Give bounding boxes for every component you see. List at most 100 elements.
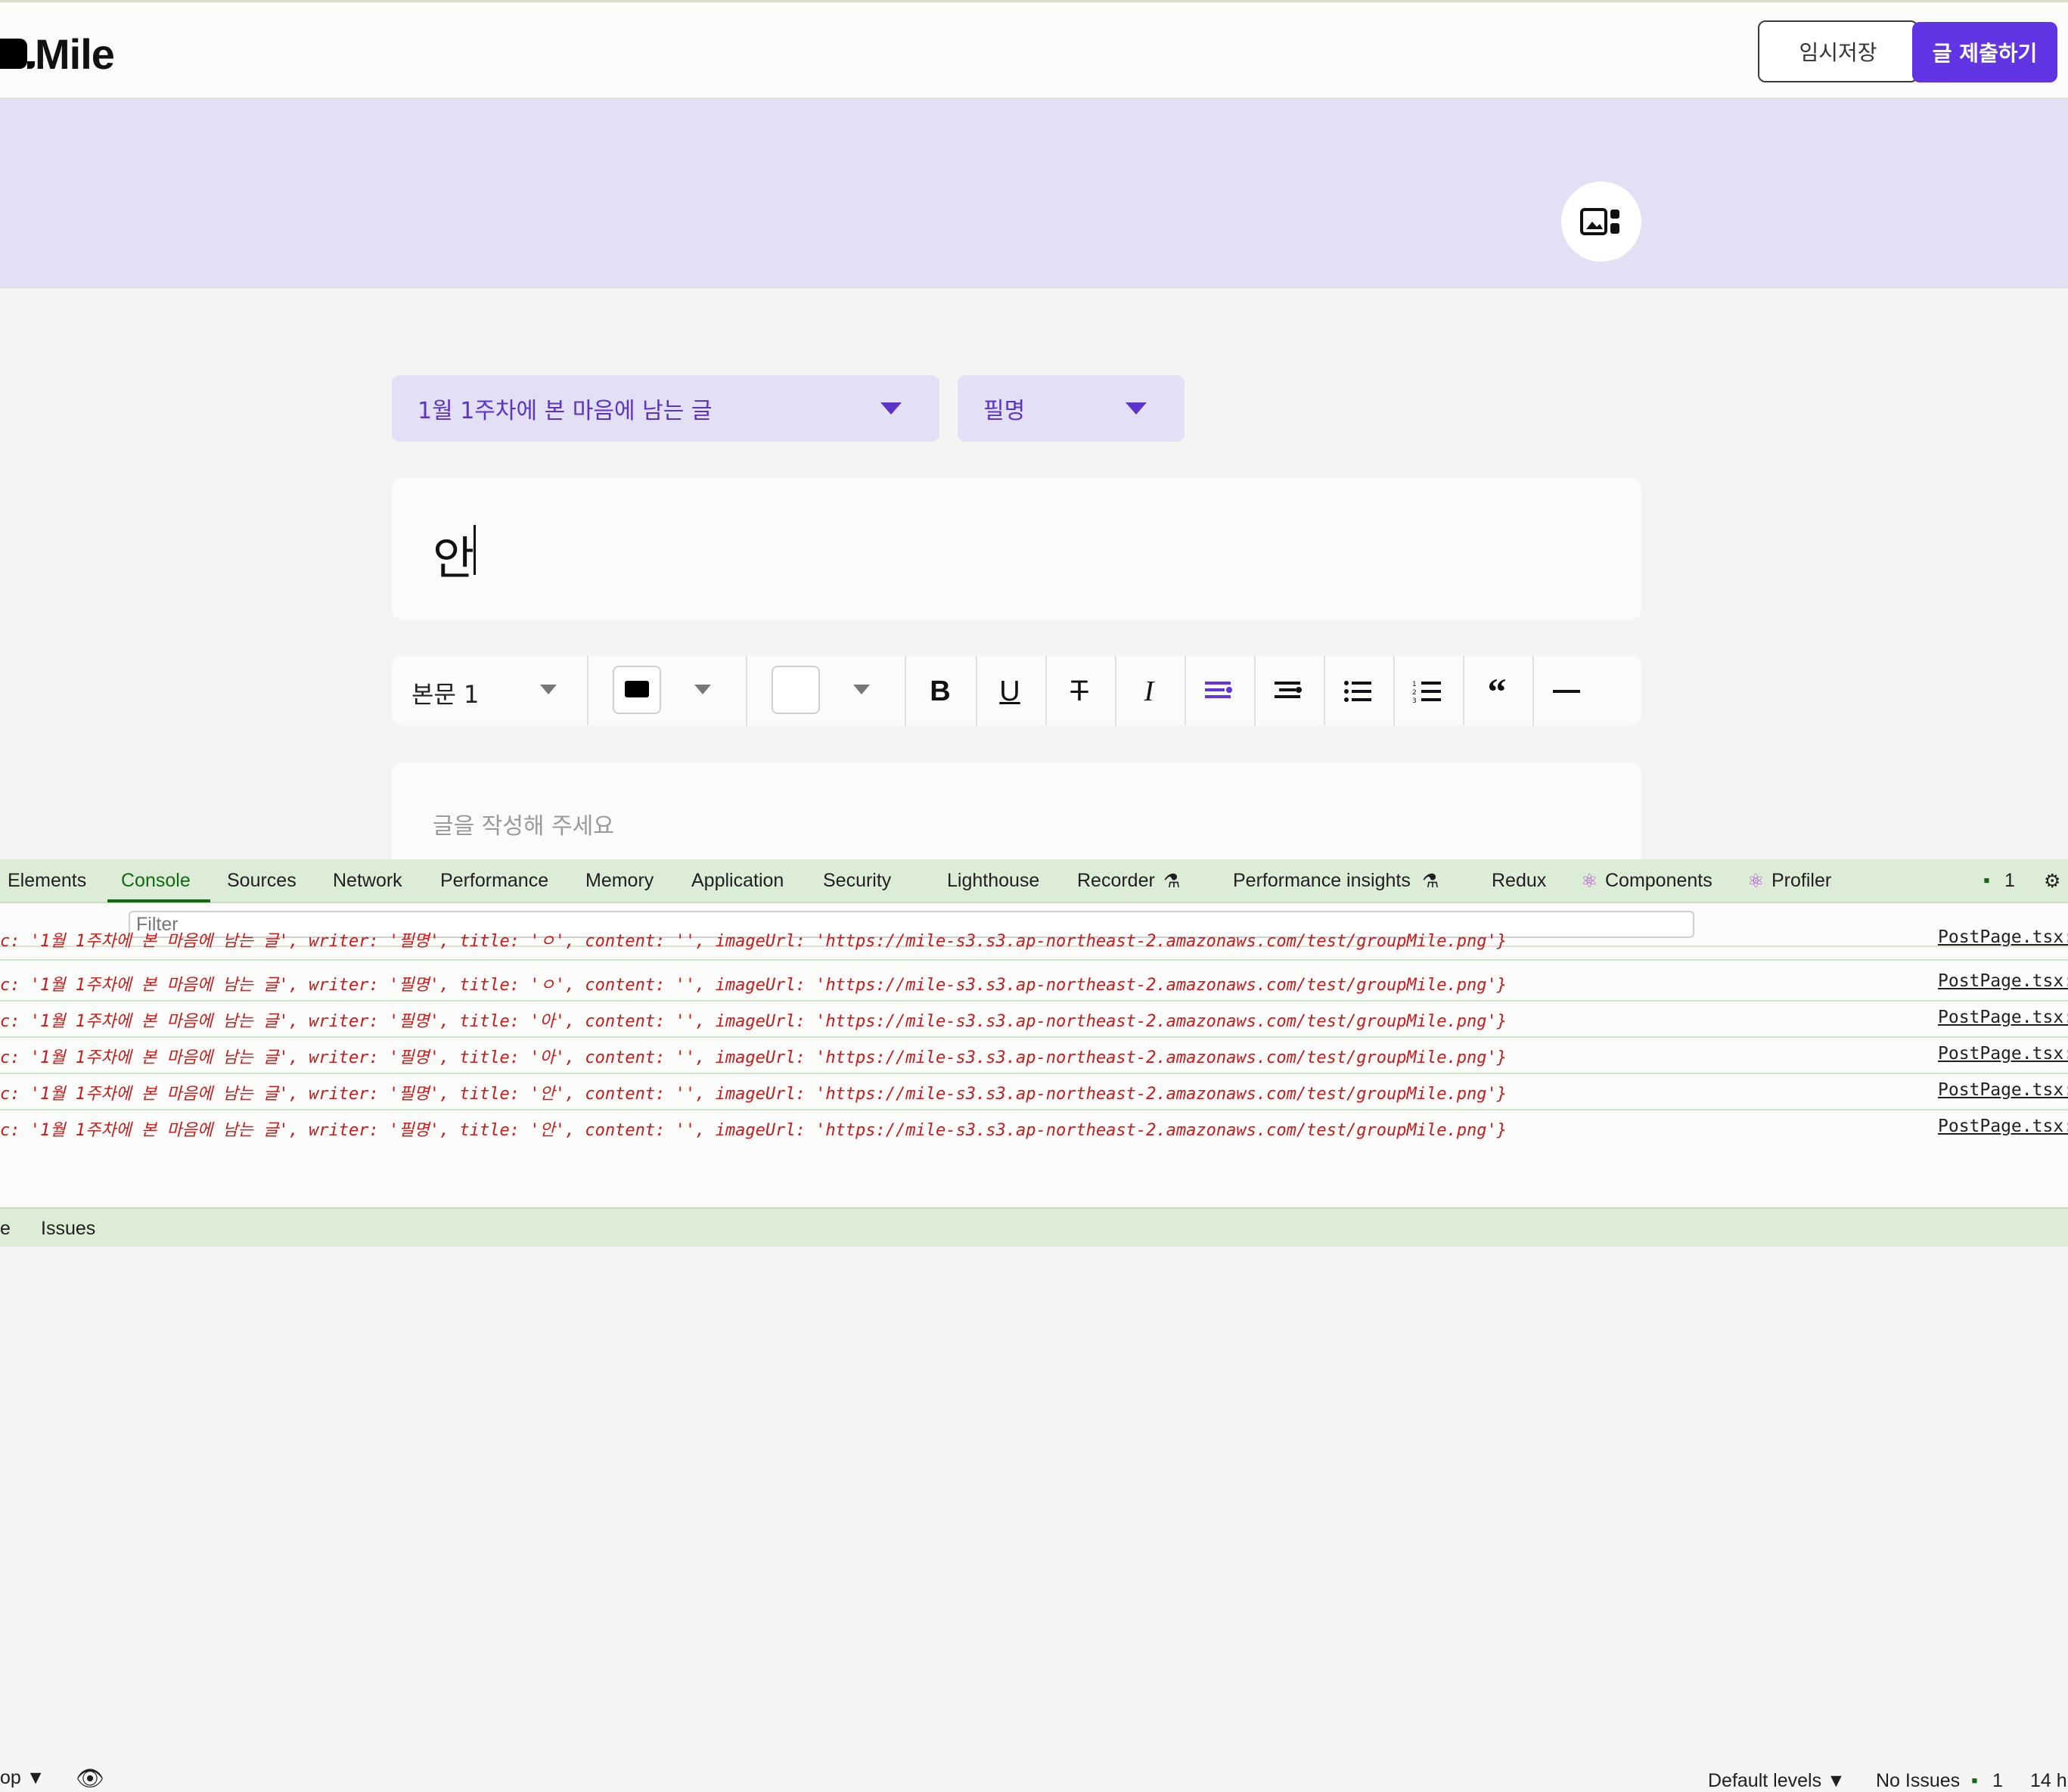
writer-dropdown[interactable]: 필명 <box>958 375 1185 442</box>
active-tab-indicator <box>107 899 210 902</box>
context-select[interactable]: op ▼ <box>0 1767 45 1789</box>
body-placeholder: 글을 작성해 주세요 <box>433 813 614 840</box>
align-left-button[interactable] <box>1185 666 1253 717</box>
log-row[interactable]: c: '1월 1주차에 본 마음에 남는 글', writer: '필명', t… <box>0 927 2068 961</box>
numbered-list-button[interactable]: 1 2 3 <box>1393 666 1461 717</box>
text-color-icon <box>625 681 649 697</box>
log-message: c: '1월 1주차에 본 마음에 남는 글', writer: '필명', t… <box>0 1048 1507 1067</box>
bg-color-swatch[interactable] <box>772 666 820 714</box>
log-message: c: '1월 1주차에 본 마음에 남는 글', writer: '필명', t… <box>0 1085 1507 1104</box>
tab-lighthouse[interactable]: Lighthouse <box>947 870 1039 892</box>
settings-gear-icon[interactable]: ⚙ <box>2044 870 2060 893</box>
align-center-icon <box>1275 682 1302 698</box>
divider-button[interactable] <box>1532 666 1601 717</box>
tab-performance[interactable]: Performance <box>440 870 548 892</box>
log-row[interactable]: c: '1월 1주차에 본 마음에 남는 글', writer: '필명', t… <box>0 1038 2068 1074</box>
log-row[interactable]: c: '1월 1주차에 본 마음에 남는 글', writer: '필명', t… <box>0 1110 2068 1145</box>
tab-application[interactable]: Application <box>691 870 784 892</box>
issue-icon: ▪ <box>1971 1770 1978 1791</box>
log-source-link[interactable]: PostPage.tsx: <box>1938 1117 2068 1136</box>
logo-icon <box>0 39 35 69</box>
chevron-down-icon <box>1126 402 1147 415</box>
chevron-down-icon[interactable] <box>853 685 870 694</box>
tab-network[interactable]: Network <box>333 870 402 892</box>
toolbar-divider <box>746 656 747 725</box>
toolbar-divider <box>587 656 588 725</box>
flask-icon: ⚗ <box>1422 871 1439 892</box>
title-value: 안 <box>433 533 475 585</box>
svg-text:3: 3 <box>1412 697 1417 703</box>
message-icon: ▪ <box>1983 870 1990 891</box>
title-input[interactable] <box>392 477 1641 620</box>
log-message: c: '1월 1주차에 본 마음에 남는 글', writer: '필명', t… <box>0 976 1507 995</box>
bulleted-list-button[interactable] <box>1324 666 1392 717</box>
image-upload-icon <box>1580 208 1619 235</box>
tab-console[interactable]: Console <box>121 870 191 892</box>
log-message: c: '1월 1주차에 본 마음에 남는 글', writer: '필명', t… <box>0 1121 1507 1140</box>
logo[interactable]: Mile <box>0 30 115 78</box>
text-color-swatch[interactable] <box>613 666 661 714</box>
log-message: c: '1월 1주차에 본 마음에 남는 글', writer: '필명', t… <box>0 932 1507 951</box>
bold-button[interactable]: B <box>906 666 974 717</box>
align-center-button[interactable] <box>1254 666 1322 717</box>
numbered-list-icon: 1 2 3 <box>1412 681 1441 703</box>
message-count[interactable]: 1 <box>2004 870 2015 892</box>
log-levels-label: Default levels <box>1708 1770 1822 1791</box>
topic-dropdown[interactable]: 1월 1주차에 본 마음에 남는 글 <box>392 375 939 442</box>
log-source-link[interactable]: PostPage.tsx: <box>1938 971 2068 991</box>
italic-button[interactable]: I <box>1115 666 1183 717</box>
log-row[interactable]: c: '1월 1주차에 본 마음에 남는 글', writer: '필명', t… <box>0 1074 2068 1110</box>
drawer-tab-console[interactable]: e <box>0 1218 11 1240</box>
app-root: Mile 임시저장 글 제출하기 1월 1주차에 본 마음에 남는 글 필명 안… <box>0 0 2068 1791</box>
image-upload-button[interactable] <box>1561 182 1641 262</box>
flask-icon: ⚗ <box>1163 871 1181 892</box>
tab-security[interactable]: Security <box>823 870 891 892</box>
log-source-link[interactable]: PostPage.tsx: <box>1938 1080 2068 1100</box>
underline-button[interactable]: U <box>976 666 1044 717</box>
tab-sources[interactable]: Sources <box>227 870 297 892</box>
cover-image-banner <box>0 99 2068 288</box>
svg-text:1: 1 <box>1412 681 1417 688</box>
topic-dropdown-label: 1월 1주차에 본 마음에 남는 글 <box>418 398 713 424</box>
svg-text:2: 2 <box>1412 689 1417 697</box>
chevron-down-icon <box>880 402 902 415</box>
tab-elements[interactable]: Elements <box>8 870 86 892</box>
tab-memory[interactable]: Memory <box>585 870 654 892</box>
quote-button[interactable]: “ <box>1463 666 1531 717</box>
tab-recorder[interactable]: Recorder <box>1077 870 1155 892</box>
horizontal-rule-icon <box>1553 690 1580 693</box>
log-message: c: '1월 1주차에 본 마음에 남는 글', writer: '필명', t… <box>0 1012 1507 1031</box>
tab-performance-insights[interactable]: Performance insights <box>1233 870 1411 892</box>
log-source-link[interactable]: PostPage.tsx: <box>1938 927 2068 947</box>
bulleted-list-icon <box>1344 681 1371 702</box>
log-source-link[interactable]: PostPage.tsx: <box>1938 1008 2068 1027</box>
drawer-tab-issues[interactable]: Issues <box>41 1218 95 1240</box>
issues-count[interactable]: 1 <box>1992 1770 2003 1792</box>
issues-status[interactable]: No Issues <box>1876 1770 1960 1792</box>
tab-redux[interactable]: Redux <box>1492 870 1546 892</box>
submit-post-button[interactable]: 글 제출하기 <box>1912 22 2057 82</box>
logo-text: Mile <box>35 30 115 78</box>
context-label: op <box>0 1767 21 1788</box>
react-icon: ⚛ <box>1581 871 1598 892</box>
strikethrough-button[interactable]: T <box>1045 666 1113 717</box>
react-icon: ⚛ <box>1747 871 1765 892</box>
log-levels-select[interactable]: Default levels ▼ <box>1708 1770 1846 1792</box>
tab-components[interactable]: Components <box>1605 870 1712 892</box>
tab-profiler[interactable]: Profiler <box>1771 870 1831 892</box>
temp-save-button[interactable]: 임시저장 <box>1758 20 1918 82</box>
align-left-icon <box>1205 682 1232 698</box>
log-row[interactable]: c: '1월 1주차에 본 마음에 남는 글', writer: '필명', t… <box>0 965 2068 1002</box>
header: Mile 임시저장 글 제출하기 <box>0 2 2068 99</box>
writer-dropdown-label: 필명 <box>983 398 1026 424</box>
chevron-down-icon[interactable] <box>540 685 557 694</box>
text-cursor <box>474 525 476 575</box>
chevron-down-icon[interactable] <box>694 685 711 694</box>
devtools-tab-bar: Elements Console Sources Network Perform… <box>0 859 2068 903</box>
eye-icon[interactable]: 👁 <box>76 1766 104 1792</box>
devtools-drawer-bar: e Issues <box>0 1207 2068 1247</box>
log-row[interactable]: c: '1월 1주차에 본 마음에 남는 글', writer: '필명', t… <box>0 1002 2068 1038</box>
hidden-count: 14 h <box>2030 1770 2067 1791</box>
font-style-select[interactable]: 본문 1 <box>411 675 479 710</box>
log-source-link[interactable]: PostPage.tsx: <box>1938 1044 2068 1064</box>
